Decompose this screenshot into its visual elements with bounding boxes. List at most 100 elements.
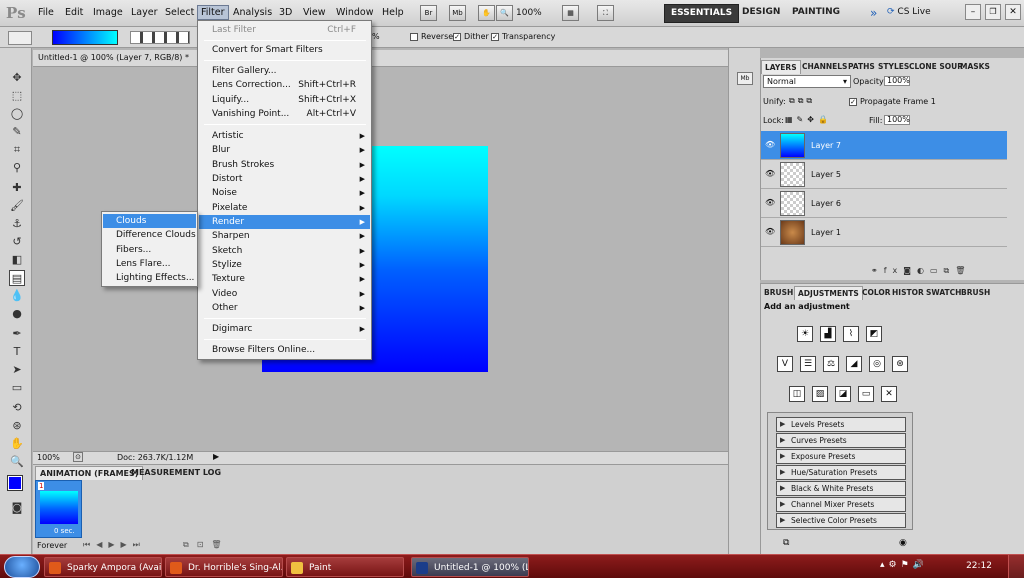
tab-brush[interactable]: BRUSH — [761, 286, 796, 299]
menu-layer[interactable]: Layer — [131, 7, 158, 18]
workspace-design[interactable]: DESIGN — [736, 4, 786, 23]
close-button[interactable]: ✕ — [1005, 4, 1021, 20]
menu-item-fibers[interactable]: Fibers... — [103, 243, 196, 257]
exposure-icon[interactable]: ◩ — [866, 326, 882, 342]
menu-item-blur[interactable]: Blur ▶ — [199, 143, 370, 157]
menu-item-digimarc[interactable]: Digimarc ▶ — [199, 322, 370, 336]
lock-buttons-icon[interactable]: ▦✎✥🔒 — [785, 115, 832, 124]
menu-item-lens-correction[interactable]: Lens Correction... Shift+Ctrl+R — [199, 78, 370, 92]
eye-icon[interactable]: 👁 — [765, 198, 775, 208]
vibrance-icon[interactable]: V — [777, 356, 793, 372]
tab-paths[interactable]: PATHS — [845, 60, 878, 73]
reverse-checkbox[interactable]: Reverse — [410, 32, 453, 41]
menu-item-texture[interactable]: Texture ▶ — [199, 272, 370, 286]
layer-actions-icon[interactable]: ⚭fx◙◐▭⧉🗑 — [871, 266, 971, 276]
move-tool-icon[interactable]: ✥ — [9, 70, 25, 86]
minibridge-icon[interactable]: Mb — [449, 5, 466, 21]
zoom-tool-icon[interactable]: 🔍 — [9, 454, 25, 470]
eye-icon[interactable]: 👁 — [765, 140, 775, 150]
more-workspaces-icon[interactable]: » — [870, 6, 877, 20]
pen-tool-icon[interactable]: ✒ — [9, 326, 25, 342]
opacity-field[interactable]: 100% — [884, 76, 910, 86]
propagate-frame-checkbox[interactable]: ✓ Propagate Frame 1 — [849, 97, 936, 106]
list-item[interactable]: Black & White Presets — [776, 481, 906, 496]
restore-button[interactable]: ❐ — [985, 4, 1001, 20]
menu-item-convert-smart-filters[interactable]: Convert for Smart Filters — [199, 43, 370, 57]
tab-adjustments[interactable]: ADJUSTMENTS — [794, 286, 863, 300]
photo-filter-icon[interactable]: ◎ — [869, 356, 885, 372]
dodge-tool-icon[interactable]: ● — [9, 306, 25, 322]
hand-view-icon[interactable]: ✋ — [478, 5, 495, 21]
eraser-tool-icon[interactable]: ◧ — [9, 252, 25, 268]
brush-tool-icon[interactable]: 🖌 — [9, 198, 25, 214]
eye-icon[interactable]: 👁 — [765, 169, 775, 179]
tab-masks[interactable]: MASKS — [957, 60, 993, 73]
menu-window[interactable]: Window — [336, 7, 373, 18]
status-arrow-icon[interactable]: ▶ — [213, 452, 219, 461]
view-previous-icon[interactable]: ◉ — [899, 538, 907, 548]
menu-item-artistic[interactable]: Artistic ▶ — [199, 129, 370, 143]
menu-select[interactable]: Select — [165, 7, 194, 18]
threshold-icon[interactable]: ◪ — [835, 386, 851, 402]
transparency-checkbox[interactable]: ✓ Transparency — [491, 32, 555, 41]
list-item[interactable]: Selective Color Presets — [776, 513, 906, 528]
menu-item-pixelate[interactable]: Pixelate ▶ — [199, 201, 370, 215]
minimize-button[interactable]: – — [965, 4, 981, 20]
clip-layer-icon[interactable]: ⧉ — [783, 538, 789, 548]
marquee-tool-icon[interactable]: ⬚ — [9, 88, 25, 104]
zoom-level[interactable]: 100% — [516, 8, 542, 18]
mini-bridge-panel-icon[interactable]: Mb — [737, 72, 753, 85]
frame-delay[interactable]: 0 sec. — [54, 527, 75, 535]
quick-mask-icon[interactable]: ◙ — [9, 500, 25, 516]
layer-row[interactable]: 👁 Layer 7 — [761, 131, 1007, 160]
workspace-essentials[interactable]: ESSENTIALS — [664, 4, 740, 23]
levels-icon[interactable]: ▟ — [820, 326, 836, 342]
taskbar-task[interactable]: Untitled-1 @ 100% (L... — [411, 557, 529, 577]
frame-actions-icon[interactable]: ⧉⊡🗑 — [183, 540, 230, 550]
menu-item-brush-strokes[interactable]: Brush Strokes ▶ — [199, 158, 370, 172]
menu-item-clouds[interactable]: Clouds — [103, 214, 196, 228]
path-select-tool-icon[interactable]: ➤ — [9, 362, 25, 378]
menu-item-stylize[interactable]: Stylize ▶ — [199, 258, 370, 272]
fill-field[interactable]: 100% — [884, 115, 910, 125]
list-item[interactable]: Curves Presets — [776, 433, 906, 448]
menu-help[interactable]: Help — [382, 7, 404, 18]
hand-tool-icon[interactable]: ✋ — [9, 436, 25, 452]
tool-preset-picker[interactable] — [8, 31, 32, 45]
3d-rotate-tool-icon[interactable]: ⟲ — [9, 400, 25, 416]
show-desktop-button[interactable] — [1008, 555, 1024, 578]
gradient-tool-icon[interactable]: ▤ — [9, 270, 25, 286]
unify-buttons-icon[interactable]: ⧉⧉⧉ — [789, 96, 815, 106]
menu-item-sharpen[interactable]: Sharpen ▶ — [199, 229, 370, 243]
crop-tool-icon[interactable]: ⌗ — [9, 142, 25, 158]
tab-channels[interactable]: CHANNELS — [799, 60, 850, 73]
bridge-icon[interactable]: Br — [420, 5, 437, 21]
shape-tool-icon[interactable]: ▭ — [9, 380, 25, 396]
lasso-tool-icon[interactable]: ◯ — [9, 106, 25, 122]
tray-icons[interactable]: ▴⚙⚑🔊 — [880, 560, 928, 570]
list-item[interactable]: Levels Presets — [776, 417, 906, 432]
invert-icon[interactable]: ◫ — [789, 386, 805, 402]
menu-item-video[interactable]: Video ▶ — [199, 287, 370, 301]
taskbar-task[interactable]: Sparky Ampora (Avai... — [44, 557, 162, 577]
screen-mode-icon[interactable]: ⛶ — [597, 5, 614, 21]
layer-row[interactable]: 👁 Layer 6 — [761, 189, 1007, 218]
spot-heal-tool-icon[interactable]: ✚ — [9, 180, 25, 196]
color-balance-icon[interactable]: ⚖ — [823, 356, 839, 372]
cs-live-button[interactable]: ⟳ CS Live — [887, 7, 931, 17]
black-white-icon[interactable]: ◢ — [846, 356, 862, 372]
brightness-icon[interactable]: ☀ — [797, 326, 813, 342]
layer-row[interactable]: 👁 Layer 5 — [761, 160, 1007, 189]
stamp-tool-icon[interactable]: ⚓ — [9, 216, 25, 232]
list-item[interactable]: Hue/Saturation Presets — [776, 465, 906, 480]
menu-item-difference-clouds[interactable]: Difference Clouds — [103, 228, 196, 242]
animation-frame[interactable]: 1 0 sec. — [35, 480, 82, 538]
eye-icon[interactable]: 👁 — [765, 227, 775, 237]
quick-select-tool-icon[interactable]: ✎ — [9, 124, 25, 140]
3d-orbit-tool-icon[interactable]: ⊛ — [9, 418, 25, 434]
foreground-color-swatch[interactable] — [7, 475, 23, 491]
workspace-painting[interactable]: PAINTING — [786, 4, 846, 23]
tab-brush-presets[interactable]: BRUSH — [958, 286, 993, 299]
blend-mode-select[interactable]: Normal ▾ — [763, 75, 851, 88]
posterize-icon[interactable]: ▨ — [812, 386, 828, 402]
